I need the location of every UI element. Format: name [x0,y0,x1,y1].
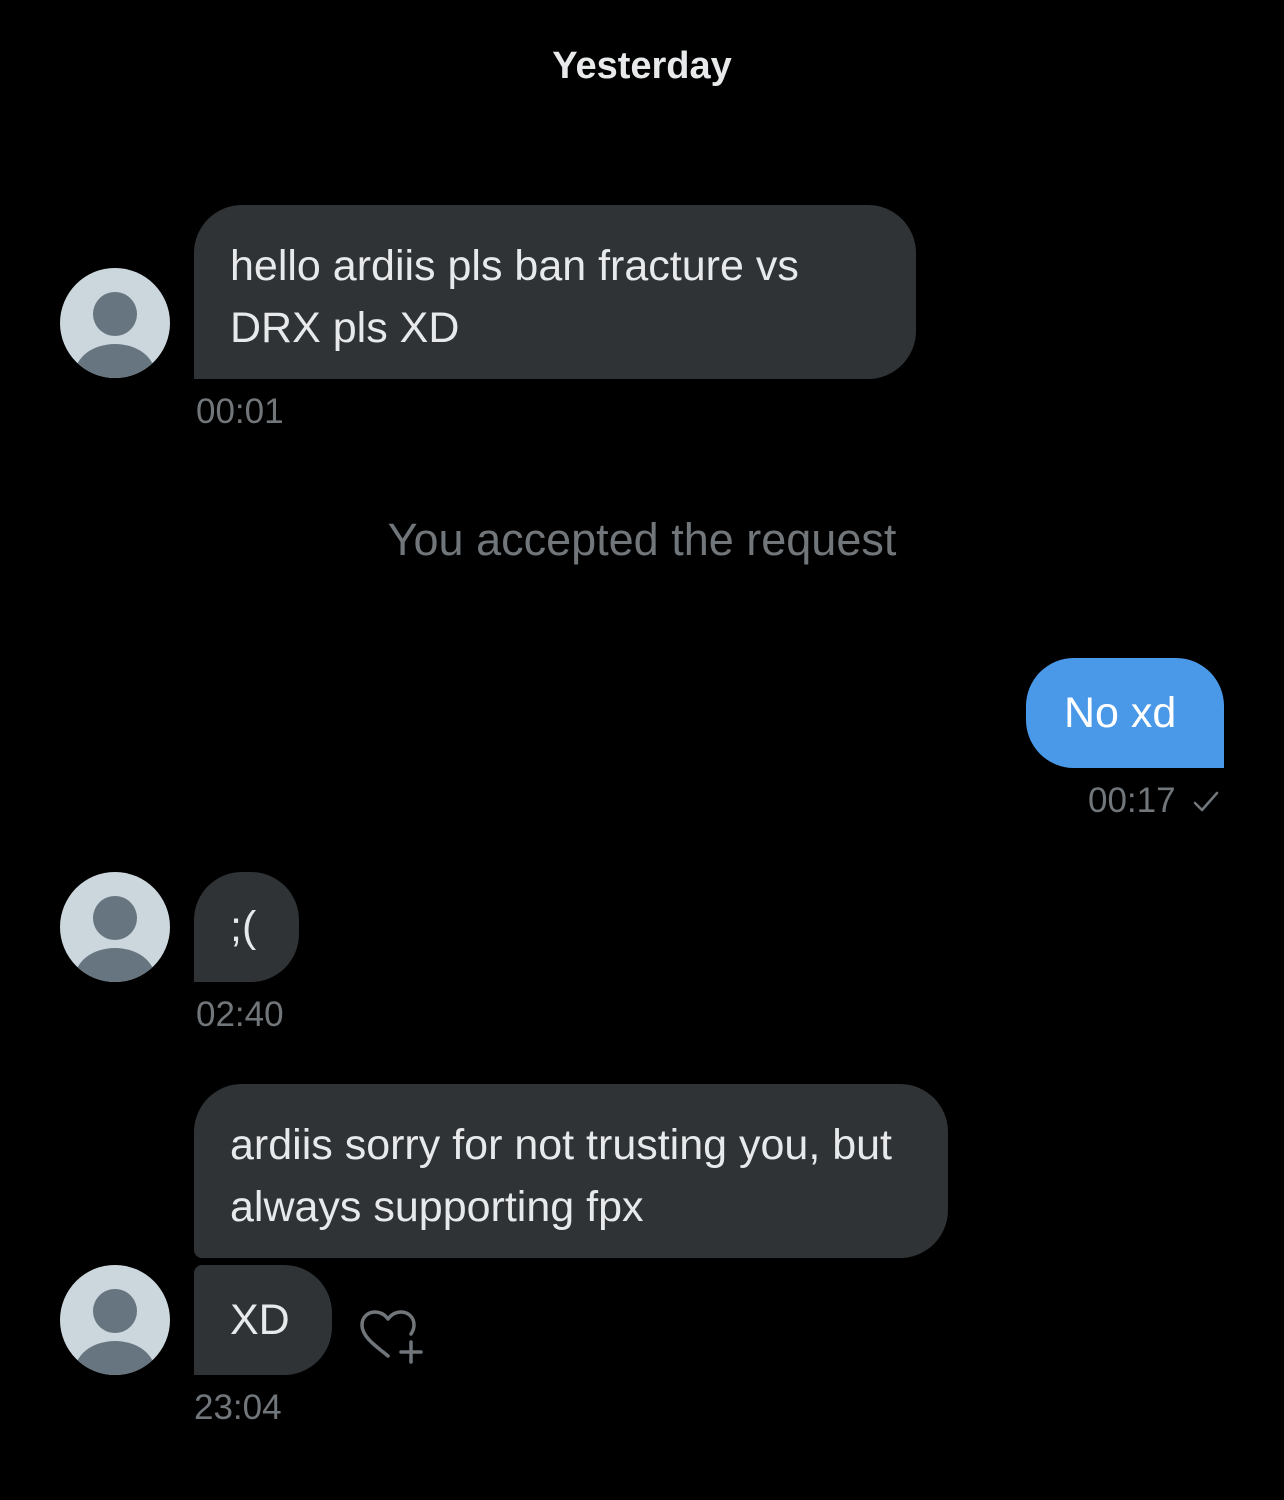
heart-plus-icon[interactable] [356,1306,428,1366]
avatar[interactable] [60,872,170,982]
message-bubble-incoming[interactable]: ;( [194,872,299,982]
avatar-head [93,896,137,940]
date-divider: Yesterday [552,45,732,87]
message-bubble-incoming[interactable]: hello ardiis pls ban fracture vs DRX pls… [194,205,916,379]
check-icon [1193,791,1219,812]
message-bubble-incoming[interactable]: ardiis sorry for not trusting you, but a… [194,1084,948,1258]
avatar-head [93,1289,137,1333]
avatar[interactable] [60,1265,170,1375]
message-bubble-outgoing[interactable]: No xd [1026,658,1224,768]
request-accepted-note: You accepted the request [387,514,897,565]
avatar-head [93,292,137,336]
message-time: 00:17 [1088,781,1176,820]
avatar-body [75,344,155,378]
message-time: 00:01 [196,392,284,431]
avatar-body [75,948,155,982]
avatar[interactable] [60,268,170,378]
avatar-body [75,1341,155,1375]
message-time: 23:04 [194,1388,282,1427]
message-time: 02:40 [196,995,284,1034]
message-bubble-incoming[interactable]: XD [194,1265,332,1375]
